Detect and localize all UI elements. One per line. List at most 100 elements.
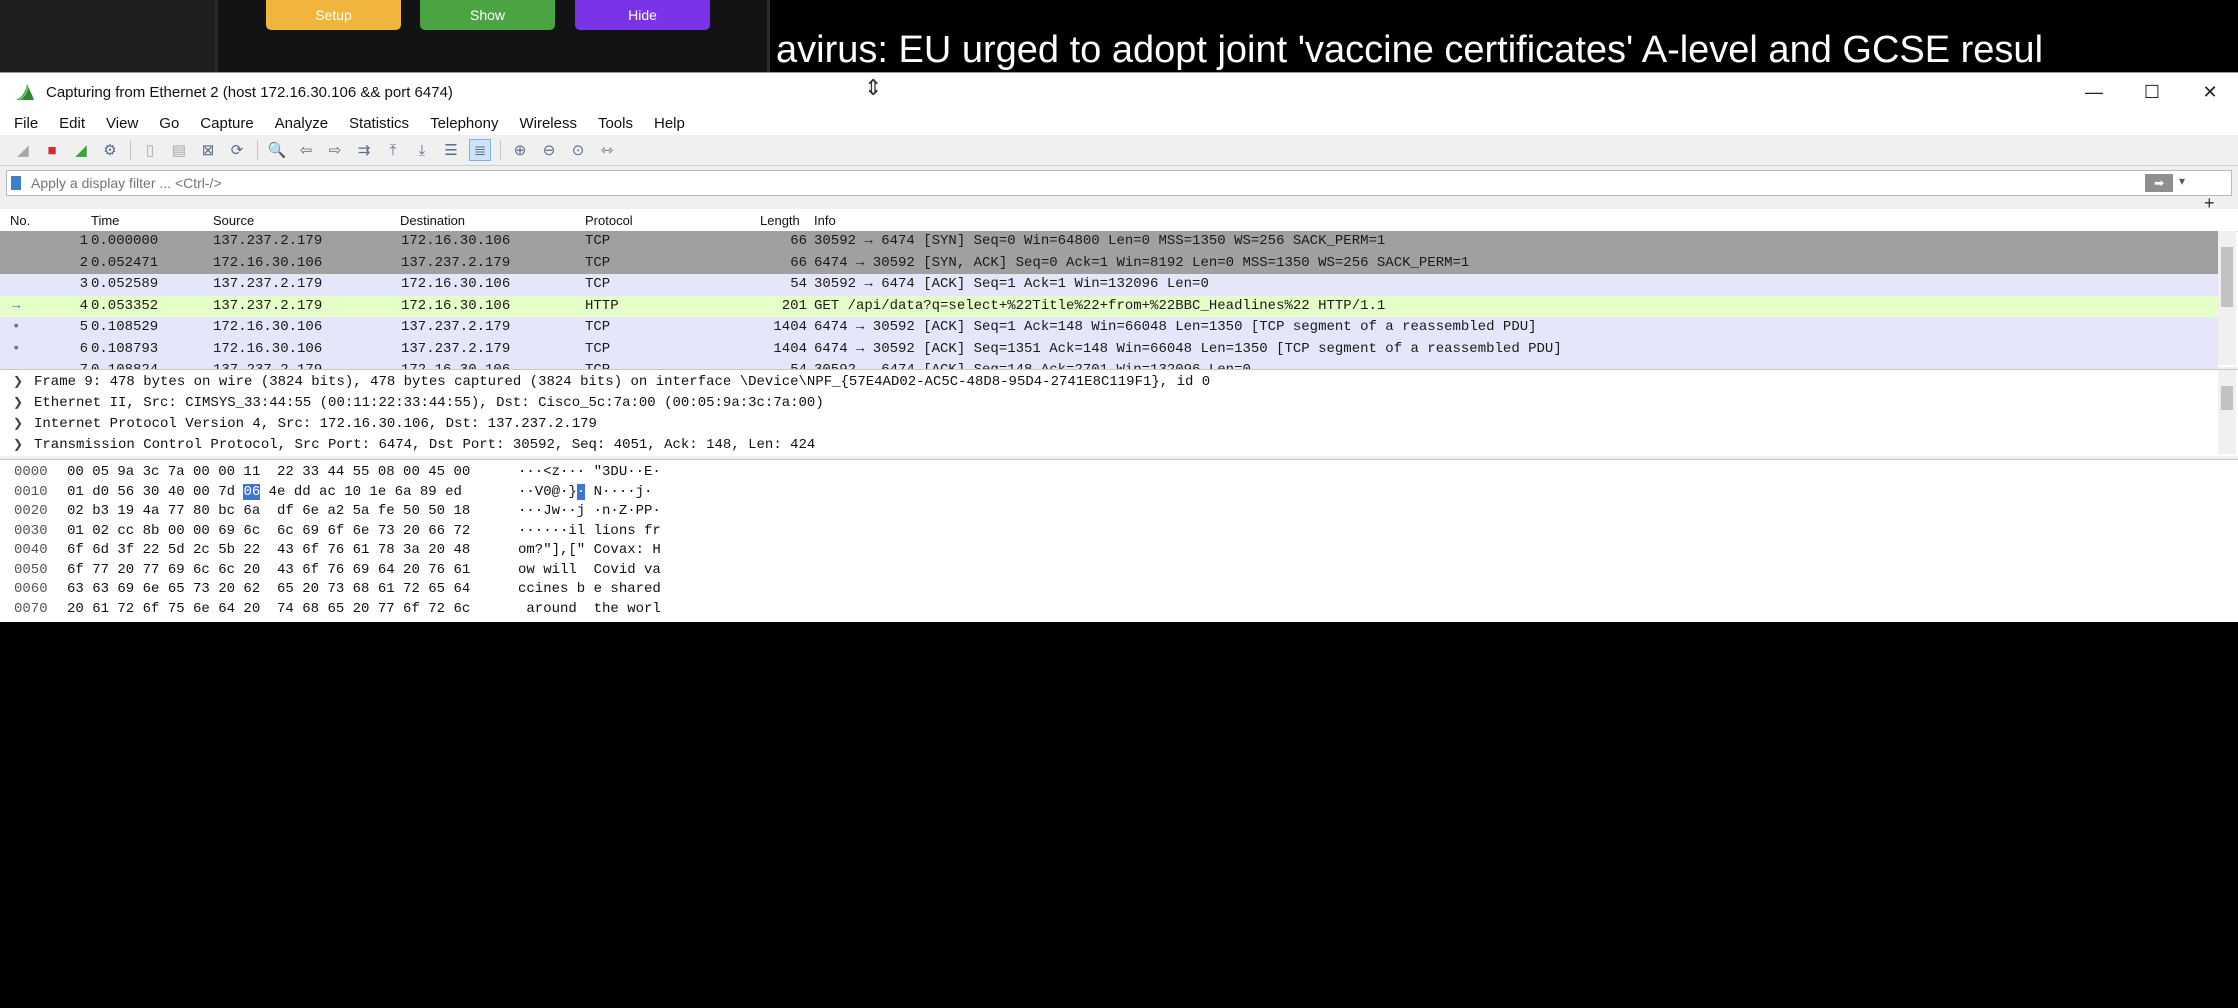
cell-protocol: TCP (585, 319, 611, 335)
ascii-bytes[interactable]: ccines b e shared (518, 580, 661, 599)
menu-wireless[interactable]: Wireless (519, 115, 577, 132)
menu-view[interactable]: View (106, 115, 138, 132)
column-time[interactable]: Time (91, 213, 119, 228)
cell-info: 6474 → 30592 [SYN, ACK] Seq=0 Ack=1 Win=… (814, 254, 1470, 271)
ascii-bytes[interactable]: ow will Covid va (518, 561, 661, 580)
cell-length: 66 (790, 254, 807, 271)
cell-no: 6 (79, 340, 88, 357)
menu-capture[interactable]: Capture (200, 115, 253, 132)
packet-row[interactable]: • 6 0.108793 172.16.30.106 137.237.2.179 TCP 1… (0, 338, 2218, 360)
ascii-bytes[interactable]: ··V0@·}· N····j· (518, 483, 652, 502)
scrollbar-thumb[interactable] (2221, 386, 2233, 410)
cell-length: 201 (781, 297, 807, 314)
cell-protocol: TCP (585, 276, 611, 292)
chevron-right-icon[interactable]: ❯ (13, 435, 23, 456)
zoom-in-icon[interactable]: ⊕ (509, 139, 531, 161)
cell-destination: 172.16.30.106 (401, 276, 511, 292)
chevron-down-icon[interactable]: ▾ (2179, 174, 2185, 188)
minimize-button[interactable]: — (2066, 73, 2122, 111)
cell-info: GET /api/data?q=select+%22Title%22+from+… (814, 297, 1386, 314)
start-capture-icon[interactable]: ◢ (12, 139, 34, 161)
ascii-bytes[interactable]: around the worl (518, 600, 660, 619)
zoom-out-icon[interactable]: ⊖ (538, 139, 560, 161)
open-file-icon[interactable]: ▯ (139, 139, 161, 161)
hide-button[interactable]: Hide (575, 0, 710, 30)
resize-cursor-icon: ⇕ (864, 75, 883, 100)
restart-capture-icon[interactable]: ◢ (70, 139, 92, 161)
menu-telephony[interactable]: Telephony (430, 115, 498, 132)
hex-text: 6f 77 20 77 69 6c 6c 20 43 6f 76 69 64 2… (67, 561, 471, 578)
menu-statistics[interactable]: Statistics (349, 115, 409, 132)
hex-bytes[interactable]: 01 02 cc 8b 00 00 69 6c 6c 69 6f 6e 73 2… (67, 522, 470, 541)
packet-list-scrollbar[interactable] (2218, 231, 2236, 365)
hex-bytes[interactable]: 63 63 69 6e 65 73 20 62 65 20 73 68 61 7… (67, 580, 470, 599)
last-packet-icon[interactable]: ⤓ (411, 139, 433, 161)
setup-button[interactable]: Setup (266, 0, 401, 30)
cell-info: 6474 → 30592 [ACK] Seq=1351 Ack=148 Win=… (814, 340, 1562, 357)
cell-no: 3 (79, 276, 88, 292)
packet-row[interactable]: → 4 0.053352 137.237.2.179 172.16.30.106 HTTP… (0, 295, 2218, 317)
go-forward-icon[interactable]: ⇨ (324, 139, 346, 161)
related-packet-marker: • (12, 319, 21, 335)
bookmark-icon[interactable] (11, 176, 21, 190)
menu-help[interactable]: Help (654, 115, 685, 132)
zoom-reset-icon[interactable]: ⊙ (567, 139, 589, 161)
packet-row[interactable]: 3 0.052589 137.237.2.179 172.16.30.106 TCP 54… (0, 274, 2218, 296)
menu-file[interactable]: File (14, 115, 38, 132)
close-file-icon[interactable]: ⊠ (197, 139, 219, 161)
column-source[interactable]: Source (213, 213, 254, 228)
byte-offset: 0060 (14, 581, 48, 597)
menu-go[interactable]: Go (159, 115, 179, 132)
chevron-right-icon[interactable]: ❯ (13, 414, 23, 435)
hex-bytes[interactable]: 02 b3 19 4a 77 80 bc 6a df 6e a2 5a fe 5… (67, 502, 470, 521)
reload-file-icon[interactable]: ⟳ (226, 139, 248, 161)
go-to-packet-icon[interactable]: ⇉ (353, 139, 375, 161)
packet-list-header: No. Time Source Destination Protocol Len… (0, 209, 2238, 232)
save-file-icon[interactable]: ▤ (168, 139, 190, 161)
ascii-bytes[interactable]: om?"],[" Covax: H (518, 541, 661, 560)
chevron-right-icon[interactable]: ❯ (13, 393, 23, 414)
ascii-bytes[interactable]: ······il lions fr (518, 522, 661, 541)
column-destination[interactable]: Destination (400, 213, 465, 228)
column-protocol[interactable]: Protocol (585, 213, 633, 228)
close-button[interactable]: ✕ (2182, 73, 2238, 111)
hex-text: 4e dd ac 10 1e 6a 89 ed (260, 483, 462, 500)
hex-bytes[interactable]: 6f 77 20 77 69 6c 6c 20 43 6f 76 69 64 2… (67, 561, 470, 580)
packet-bytes: 0000 00 05 9a 3c 7a 00 00 11 22 33 44 55 … (0, 459, 2238, 1008)
hex-bytes[interactable]: 01 d0 56 30 40 00 7d 06 4e dd ac 10 1e 6… (67, 483, 462, 502)
find-packet-icon[interactable]: 🔍 (266, 139, 288, 161)
colorize-icon[interactable]: ≣ (469, 139, 491, 161)
display-filter-input[interactable] (29, 174, 1933, 192)
apply-filter-arrow-icon[interactable]: ➡ (2145, 174, 2173, 192)
hex-bytes[interactable]: 20 61 72 6f 75 6e 64 20 74 68 65 20 77 6… (67, 600, 470, 619)
stop-capture-icon[interactable]: ■ (41, 139, 63, 161)
packet-row[interactable]: • 5 0.108529 172.16.30.106 137.237.2.179 TCP 1… (0, 317, 2218, 339)
ascii-bytes[interactable]: ···<z··· "3DU··E· (518, 463, 661, 482)
details-scrollbar[interactable] (2218, 370, 2236, 454)
menu-analyze[interactable]: Analyze (275, 115, 328, 132)
capture-options-icon[interactable]: ⚙ (99, 139, 121, 161)
menu-edit[interactable]: Edit (59, 115, 85, 132)
resize-columns-icon[interactable]: ⇿ (596, 139, 618, 161)
cell-source: 172.16.30.106 (213, 340, 323, 357)
scrollbar-thumb[interactable] (2221, 247, 2233, 307)
news-ticker: avirus: EU urged to adopt joint 'vaccine… (776, 0, 2238, 72)
maximize-button[interactable]: ☐ (2124, 73, 2180, 111)
packet-row[interactable]: 1 0.000000 137.237.2.179 172.16.30.106 TCP 66… (0, 231, 2218, 253)
show-button[interactable]: Show (420, 0, 555, 30)
chevron-right-icon[interactable]: ❯ (13, 372, 23, 393)
selected-byte[interactable]: 06 (243, 483, 261, 500)
first-packet-icon[interactable]: ⤒ (382, 139, 404, 161)
hex-bytes[interactable]: 6f 6d 3f 22 5d 2c 5b 22 43 6f 76 61 78 3… (67, 541, 470, 560)
menu-tools[interactable]: Tools (598, 115, 633, 132)
column-length[interactable]: Length (760, 213, 800, 228)
column-no[interactable]: No. (10, 213, 30, 228)
toolbar-divider (257, 140, 258, 160)
packet-row[interactable]: 2 0.052471 172.16.30.106 137.237.2.179 TCP 66… (0, 252, 2218, 274)
hex-bytes[interactable]: 00 05 9a 3c 7a 00 00 11 22 33 44 55 08 0… (67, 463, 470, 482)
title-bar[interactable]: Capturing from Ethernet 2 (host 172.16.3… (0, 73, 2238, 111)
column-info[interactable]: Info (814, 213, 836, 228)
ascii-bytes[interactable]: ···Jw··j ·n·Z·PP· (518, 502, 661, 521)
go-back-icon[interactable]: ⇦ (295, 139, 317, 161)
autoscroll-icon[interactable]: ☰ (440, 139, 462, 161)
